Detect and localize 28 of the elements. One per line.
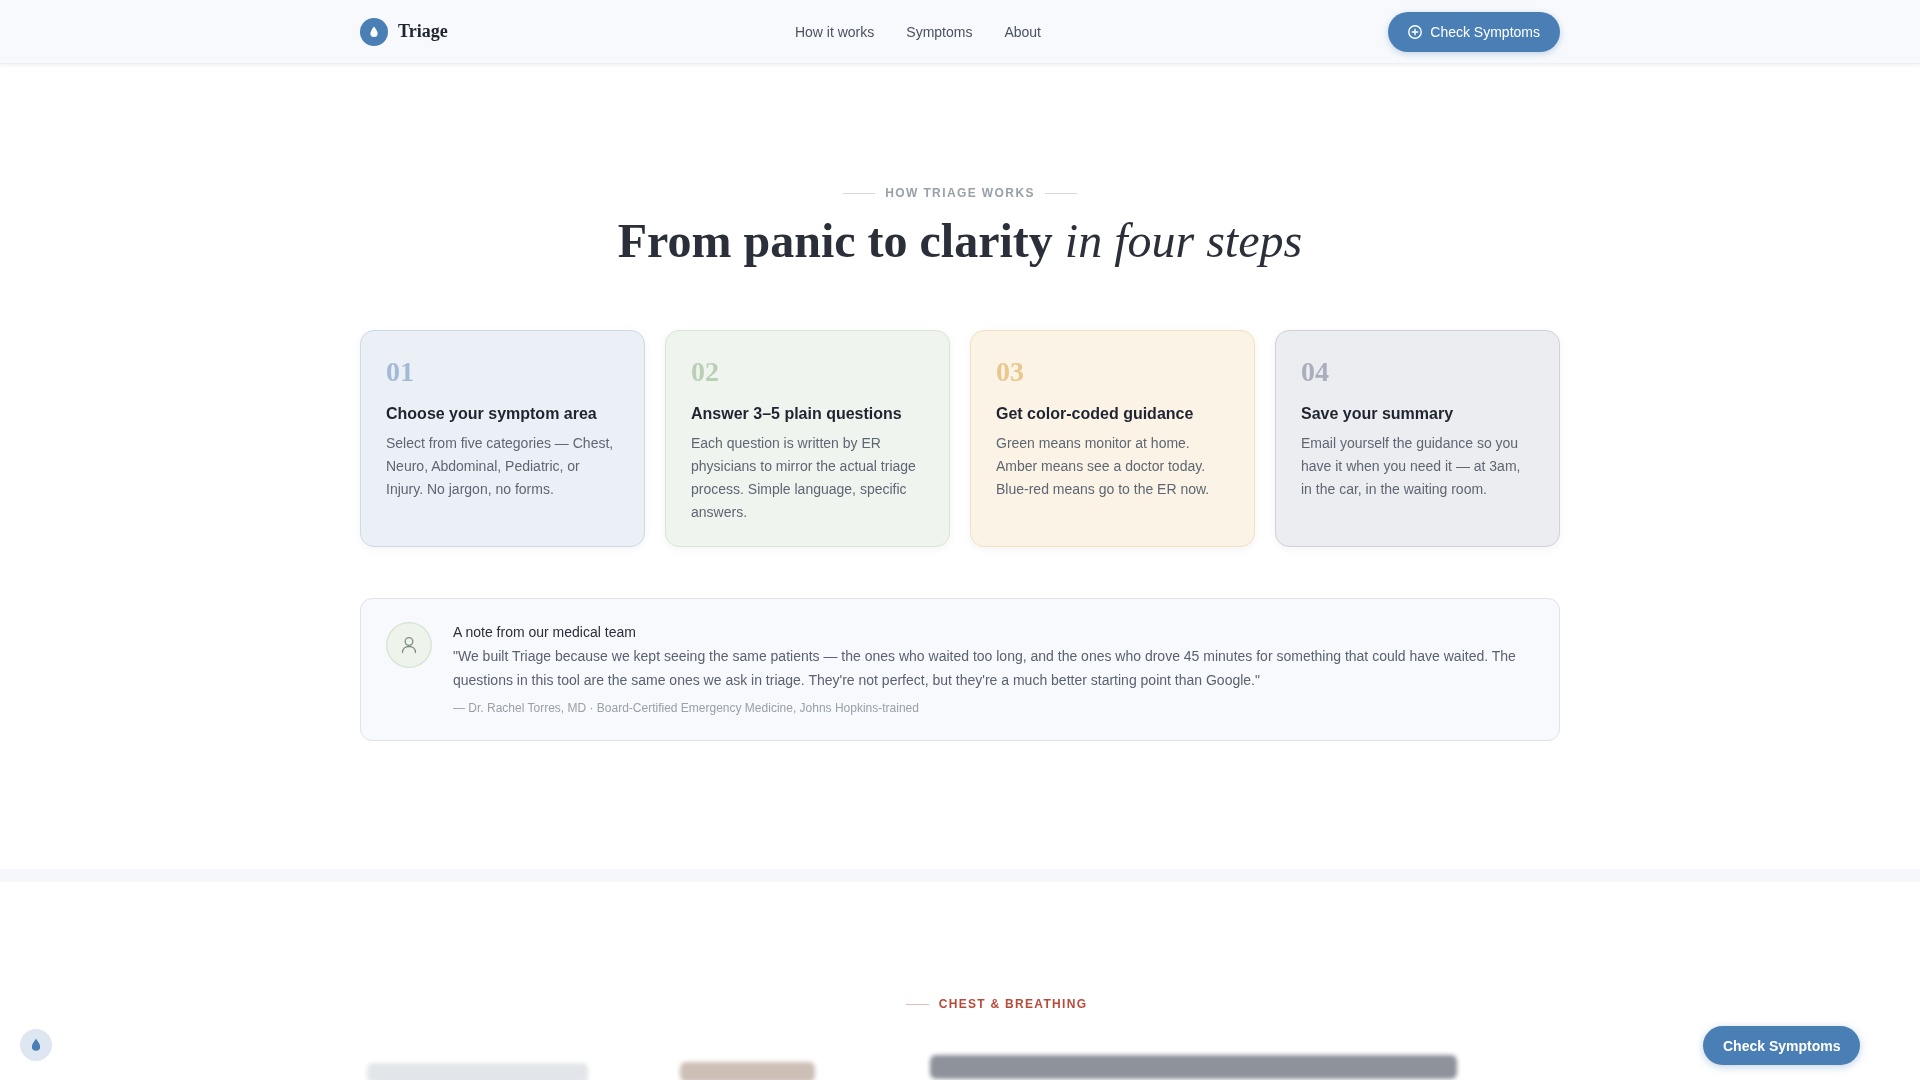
person-icon: [386, 622, 432, 668]
step-description: Each question is written by ER physicians to mirror the actual triage process. Simple language, specific answers.: [691, 434, 917, 522]
brand-name: Triage: [398, 21, 448, 42]
nav-link[interactable]: How it works: [794, 23, 875, 40]
step-description: Green means monitor at home. Amber means see a doctor today. Blue-red means go to the ER now.: [996, 434, 1211, 499]
step-title: Save your summary: [1301, 404, 1455, 424]
check-symptoms-button[interactable]: Check Symptoms: [1388, 11, 1560, 52]
nav-link[interactable]: Symptoms: [906, 23, 973, 40]
step-number: 04: [1301, 355, 1330, 389]
note-attribution: — Dr. Rachel Torres, MD · Board-Certified Emergency Medicine, Johns Hopkins-trained: [453, 700, 920, 717]
note-title: A note from our medical team: [453, 623, 637, 642]
section-eyebrow: CHEST & BREATHING: [938, 996, 1088, 1012]
nav-link[interactable]: About: [1004, 23, 1041, 40]
step-description: Email yourself the guidance so you have it when you need it — at 3am, in the car, in the waiting room.: [1301, 434, 1522, 499]
section-heading: From panic to clarity in four steps: [616, 213, 1304, 269]
check-symptoms-button[interactable]: Check Symptoms: [1703, 1026, 1861, 1065]
droplet-logo-icon: [360, 17, 388, 46]
step-title: Get color-coded guidance: [996, 404, 1195, 424]
note-quote: "We built Triage because we kept seeing the same patients — the ones who waited too long, and the ones who drove 45 minutes for something that could have waited. The questions in this tool are the same ones we ask in triage. They're not perfect, but they're a much better starting point than Google.": [453, 647, 1517, 690]
step-title: Choose your symptom area: [386, 404, 598, 424]
droplet-icon[interactable]: [20, 1029, 52, 1061]
step-number: 02: [691, 355, 720, 389]
section-eyebrow: HOW TRIAGE WORKS: [885, 185, 1035, 201]
step-description: Select from five categories — Chest, Neuro, Abdominal, Pediatric, or Injury. No jargon, no forms.: [386, 434, 615, 499]
step-number: 01: [386, 355, 415, 389]
step-title: Answer 3–5 plain questions: [691, 404, 903, 424]
plus-circle-icon: [1408, 24, 1423, 39]
step-number: 03: [996, 355, 1025, 389]
